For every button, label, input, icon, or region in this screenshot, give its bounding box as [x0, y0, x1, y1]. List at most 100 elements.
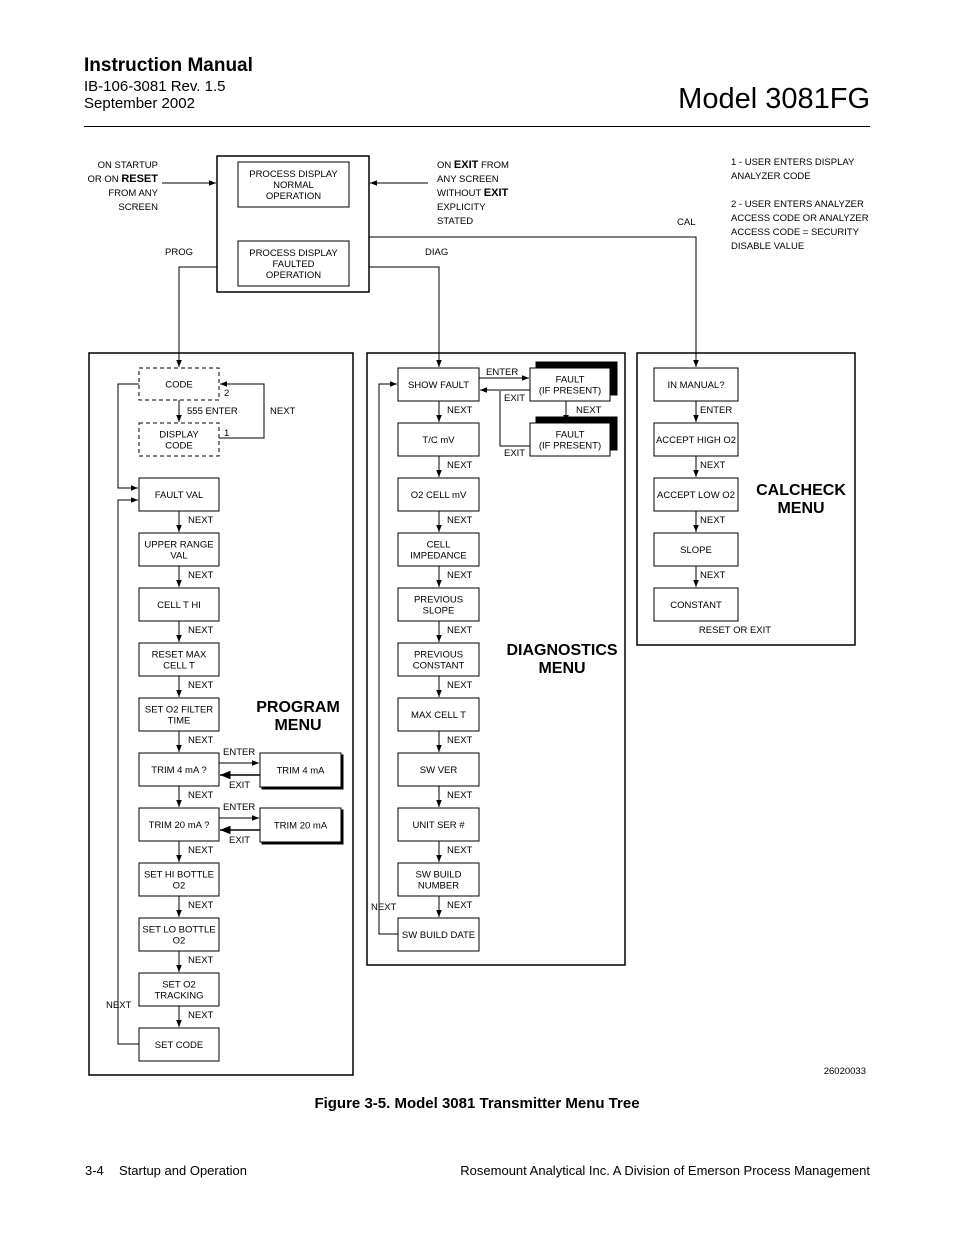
next-label: NEXT — [447, 460, 473, 471]
page-number: 3-4 — [85, 1163, 104, 1178]
legend-note: ANALYZER CODE — [731, 171, 811, 182]
process-display-faulted-label: PROCESS DISPLAY — [249, 248, 338, 259]
code-to-fault-val-line — [117, 383, 139, 491]
program-item-label: SET O2 — [162, 980, 196, 991]
calcheck-item-label: SLOPE — [680, 545, 712, 556]
diagnostics-menu-title: DIAGNOSTICS — [506, 642, 617, 659]
calcheck-menu-title: MENU — [777, 500, 824, 517]
next-label: NEXT — [188, 680, 214, 691]
step-label: NEXT — [700, 515, 726, 526]
menu-tree-diagram: PROCESS DISPLAYNORMALOPERATIONPROCESS DI… — [88, 155, 869, 1077]
program-item-label: O2 — [173, 936, 186, 947]
code-box-label: CODE — [165, 380, 192, 391]
legend-note: 1 - USER ENTERS DISPLAY — [731, 157, 855, 168]
diagnostics-item-label: NUMBER — [418, 881, 459, 892]
next-label: NEXT — [576, 405, 602, 416]
display-code-box-label: DISPLAY — [159, 430, 199, 441]
step-label: ENTER — [700, 405, 732, 416]
diagnostics-item-label: SW VER — [420, 765, 458, 776]
diagnostics-item-label: PREVIOUS — [414, 595, 463, 606]
program-menu-title: MENU — [274, 717, 321, 734]
diagnostics-item-label: CONSTANT — [413, 661, 465, 672]
next-label: NEXT — [188, 570, 214, 581]
next-label: NEXT — [188, 1010, 214, 1021]
startup-note: ON STARTUP — [98, 160, 158, 171]
program-item-label: O2 — [173, 881, 186, 892]
loop-next-label: NEXT — [106, 1000, 132, 1011]
diagnostics-item-label: SW BUILD DATE — [402, 930, 475, 941]
diagnostics-item-label: SHOW FAULT — [408, 380, 469, 391]
startup-note: FROM ANY — [108, 188, 158, 199]
legend-note: ACCESS CODE = SECURITY — [731, 227, 860, 238]
mark-2: 2 — [224, 388, 229, 399]
exit-note: ON EXIT FROM — [437, 159, 509, 171]
diagnostics-item-label: SLOPE — [423, 606, 455, 617]
fault-box-2-label: FAULT — [556, 430, 585, 441]
exit-note: EXPLICITY — [437, 202, 486, 213]
next-label: NEXT — [188, 900, 214, 911]
next-label: NEXT — [188, 955, 214, 966]
next-label: NEXT — [447, 735, 473, 746]
fault-box-1-label: FAULT — [556, 375, 585, 386]
program-item-label: TIME — [168, 716, 191, 727]
program-item-label: CELL T HI — [157, 600, 201, 611]
diagnostics-item-label: UNIT SER # — [412, 820, 465, 831]
cal-branch-line — [369, 236, 699, 367]
process-display-faulted-label: FAULTED — [272, 259, 314, 270]
exit-note: WITHOUT EXIT — [437, 187, 509, 199]
note-part: EXIT — [454, 159, 479, 171]
reset-keyword: RESET — [121, 173, 158, 185]
diagnostics-menu-title: MENU — [538, 660, 585, 677]
next-label: NEXT — [447, 900, 473, 911]
next-label: NEXT — [188, 845, 214, 856]
program-loop-line — [117, 497, 139, 1045]
program-menu-title: PROGRAM — [256, 699, 340, 716]
legend-note: 2 - USER ENTERS ANALYZER — [731, 199, 864, 210]
exit-label: EXIT — [504, 448, 525, 459]
exit-label: EXIT — [229, 835, 250, 846]
figure-id: 26020033 — [824, 1066, 866, 1077]
program-item-label: UPPER RANGE — [144, 540, 213, 551]
legend-note: ACCESS CODE OR ANALYZER — [731, 213, 869, 224]
diagnostics-item-label: MAX CELL T — [411, 710, 466, 721]
diagnostics-item-label: CELL — [427, 540, 451, 551]
trim4-box-label: TRIM 4 mA — [276, 766, 325, 777]
program-item-label: RESET MAX — [152, 650, 207, 661]
calcheck-item-label: ACCEPT LOW O2 — [657, 490, 735, 501]
next-label: NEXT — [447, 680, 473, 691]
enter-label: ENTER — [486, 367, 518, 378]
calcheck-item-label: IN MANUAL? — [667, 380, 724, 391]
startup-note: SCREEN — [118, 202, 158, 213]
calcheck-item-label: ACCEPT HIGH O2 — [656, 435, 736, 446]
next-label: NEXT — [447, 790, 473, 801]
reset-or-exit-label: RESET OR EXIT — [699, 625, 771, 636]
program-item-label: FAULT VAL — [155, 490, 204, 501]
program-item-label: SET O2 FILTER — [145, 705, 213, 716]
process-display-normal-label: PROCESS DISPLAY — [249, 169, 338, 180]
next-label: NEXT — [447, 515, 473, 526]
program-item-label: CELL T — [163, 661, 195, 672]
exit-label: EXIT — [504, 393, 525, 404]
program-item-label: TRACKING — [154, 991, 203, 1002]
trim20-box-label: TRIM 20 mA — [274, 821, 328, 832]
next-label: NEXT — [447, 405, 473, 416]
exit-note: ANY SCREEN — [437, 174, 499, 185]
program-item-label: SET HI BOTTLE — [144, 870, 214, 881]
diagnostics-item-label: PREVIOUS — [414, 650, 463, 661]
next-label: NEXT — [447, 625, 473, 636]
process-display-normal-label: OPERATION — [266, 191, 321, 202]
next-label: NEXT — [188, 515, 214, 526]
diagnostics-item-label: O2 CELL mV — [411, 490, 467, 501]
section-name: Startup and Operation — [119, 1163, 247, 1178]
diagnostics-item-label: T/C mV — [422, 435, 455, 446]
display-code-box-label: CODE — [165, 441, 192, 452]
program-item-label: VAL — [170, 551, 187, 562]
diagnostics-loop-line — [378, 381, 398, 935]
enter-label: ENTER — [223, 802, 255, 813]
next-label: NEXT — [447, 570, 473, 581]
exit-note: STATED — [437, 216, 473, 227]
fault-box-2-label: (IF PRESENT) — [539, 441, 601, 452]
enter-label: ENTER — [223, 747, 255, 758]
diagnostics-item-label: SW BUILD — [416, 870, 462, 881]
diagnostics-item-label: IMPEDANCE — [410, 551, 466, 562]
